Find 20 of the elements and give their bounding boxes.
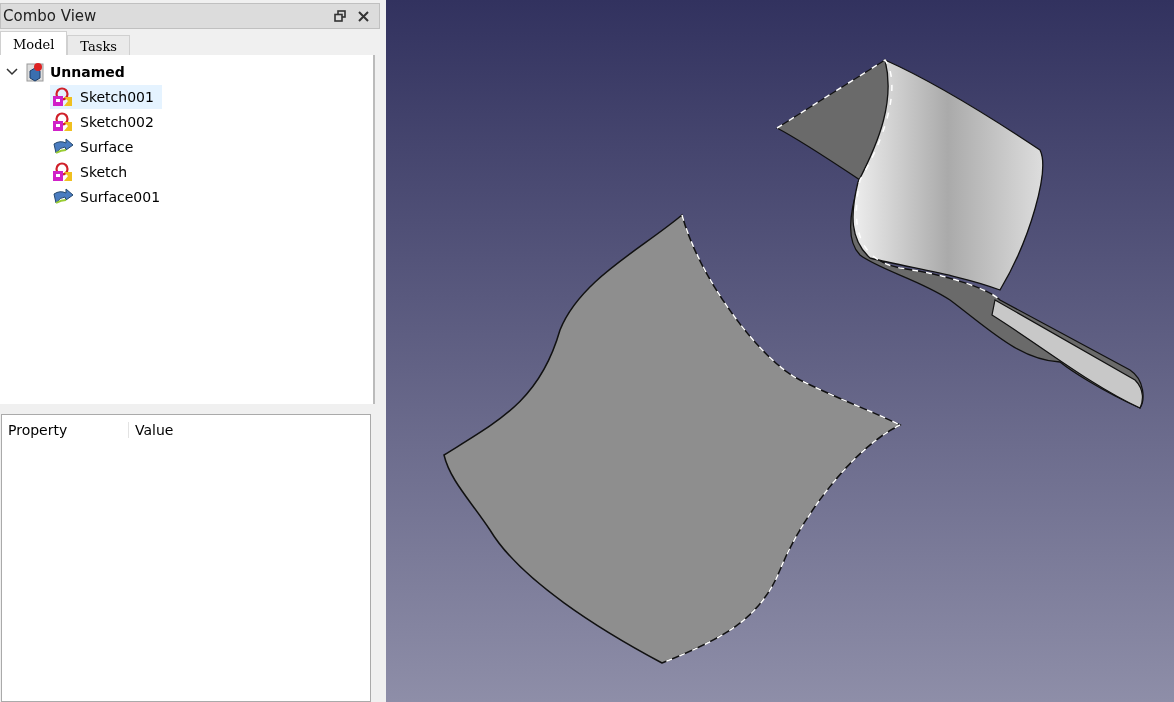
tab[interactable]: Model	[0, 31, 68, 55]
expand-chevron-icon[interactable]	[6, 67, 18, 76]
sketch-icon	[52, 111, 74, 132]
sketch-icon	[52, 86, 74, 107]
tree-item[interactable]: Sketch	[50, 159, 136, 184]
close-icon	[358, 10, 369, 22]
tree-item[interactable]: Sketch001	[50, 84, 162, 109]
tab[interactable]: Tasks	[67, 35, 130, 55]
sketch-icon	[52, 161, 74, 182]
panel-title: Combo View	[3, 7, 98, 25]
part-cube-icon	[26, 61, 44, 82]
column-header: Value	[134, 422, 175, 438]
surface-icon	[52, 187, 74, 206]
tree-item[interactable]: Surface	[50, 134, 142, 159]
column-header: Property	[2, 422, 129, 438]
undock-icon	[334, 10, 346, 22]
tree-item[interactable]: Sketch002	[50, 109, 162, 134]
tree-item[interactable]: Unnamed	[24, 59, 133, 84]
surface-icon	[52, 137, 74, 156]
tree-item[interactable]: Surface001	[50, 184, 169, 209]
